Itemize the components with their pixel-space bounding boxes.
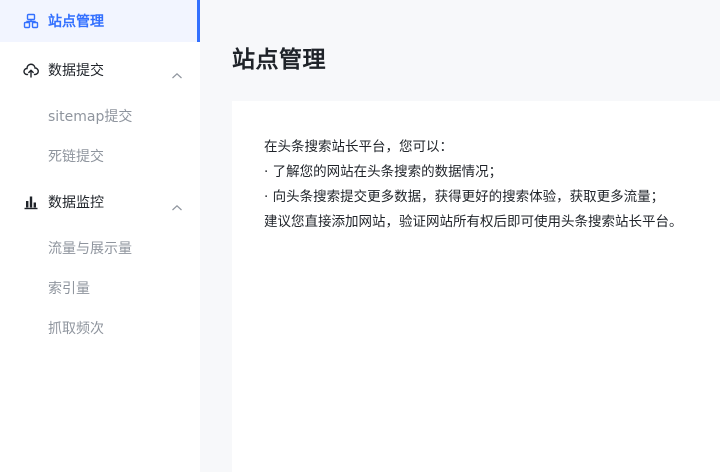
cloud-upload-icon <box>23 62 39 78</box>
sidebar-group-data-submission[interactable]: 数据提交 <box>0 44 200 96</box>
intro-text: 在头条搜索站长平台，您可以： · 了解您的网站在头条搜索的数据情况； · 向头条… <box>264 135 683 235</box>
main-content: 站点管理 在头条搜索站长平台，您可以： · 了解您的网站在头条搜索的数据情况； … <box>200 0 720 472</box>
app-window: 站点管理 数据提交 sitemap提交 死链提交 数据监控 流量与展示量 索引量… <box>0 0 720 472</box>
sidebar-item-sitemap[interactable]: sitemap提交 <box>0 96 200 136</box>
sidebar-item-dead-link[interactable]: 死链提交 <box>0 136 200 176</box>
intro-line: 建议您直接添加网站，验证网站所有权后即可使用头条搜索站长平台。 <box>264 214 683 230</box>
site-icon <box>23 13 39 29</box>
sidebar-group-label: 数据监控 <box>48 195 104 211</box>
chevron-up-icon[interactable] <box>171 65 183 84</box>
sidebar-item-index-count[interactable]: 索引量 <box>0 268 200 308</box>
sidebar-item-crawl-frequency[interactable]: 抓取频次 <box>0 308 200 348</box>
sidebar-group-label: 数据提交 <box>48 63 104 79</box>
page-title: 站点管理 <box>232 47 326 73</box>
intro-line: · 向头条搜索提交更多数据，获得更好的搜索体验，获取更多流量； <box>264 189 665 205</box>
intro-card: 在头条搜索站长平台，您可以： · 了解您的网站在头条搜索的数据情况； · 向头条… <box>232 101 720 472</box>
chevron-up-icon[interactable] <box>171 197 183 216</box>
intro-line: 在头条搜索站长平台，您可以： <box>264 139 453 155</box>
bar-chart-icon <box>23 194 39 210</box>
sidebar: 站点管理 数据提交 sitemap提交 死链提交 数据监控 流量与展示量 索引量… <box>0 0 200 472</box>
intro-line: · 了解您的网站在头条搜索的数据情况； <box>264 164 503 180</box>
sidebar-group-data-monitoring[interactable]: 数据监控 <box>0 176 200 228</box>
sidebar-item-traffic[interactable]: 流量与展示量 <box>0 228 200 268</box>
sidebar-item-label: 站点管理 <box>48 14 104 30</box>
sidebar-item-site-management[interactable]: 站点管理 <box>0 0 200 42</box>
